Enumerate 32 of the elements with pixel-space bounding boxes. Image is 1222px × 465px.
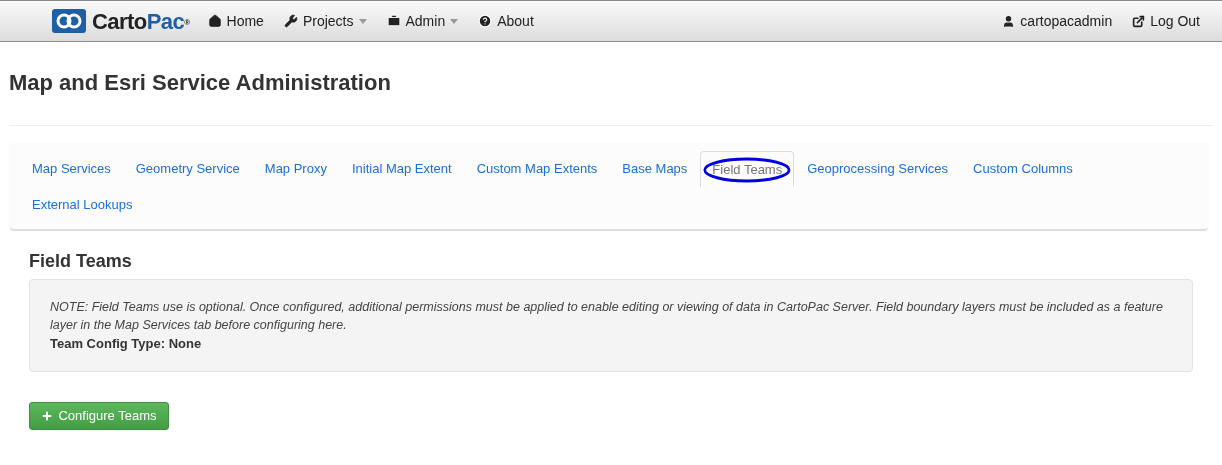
tab[interactable]: Base Maps	[610, 151, 700, 187]
nav-link[interactable]: About	[478, 10, 534, 32]
config-type: Team Config Type: None	[50, 335, 203, 353]
tab[interactable]: Field Teams	[700, 151, 795, 187]
user-icon	[1002, 14, 1016, 28]
tab[interactable]: Custom Map Extents	[464, 151, 610, 187]
help-icon	[478, 14, 493, 28]
page-title: Map and Esri Service Administration	[9, 69, 392, 97]
logo-text: CartoPac$^{®}$	[92, 7, 190, 36]
configure-teams-button[interactable]: Configure Teams	[29, 402, 169, 430]
tab[interactable]: Map Proxy	[252, 151, 339, 187]
home-icon	[207, 14, 222, 28]
logout-link[interactable]: Log Out	[1132, 10, 1200, 32]
note-text: NOTE: Field Teams use is optional. Once configured, additional permissions must be applied to enable editing or viewing of data in CartoPac Server. Field boundary layers must be included as a feature layer in the Map Services tab before configuring here.	[50, 299, 1164, 334]
tab[interactable]: External Lookups	[20, 187, 145, 223]
external-icon	[1132, 14, 1146, 28]
plus-icon	[41, 410, 54, 422]
briefcase-icon	[386, 14, 401, 28]
tab[interactable]: Geoprocessing Services	[795, 151, 961, 187]
tab[interactable]: Custom Columns	[961, 151, 1085, 187]
wrench-icon	[283, 14, 298, 28]
logo-icon	[52, 9, 86, 33]
caret-icon	[358, 18, 367, 24]
nav-link[interactable]: Projects	[283, 10, 367, 32]
tab[interactable]: Geometry Service	[123, 151, 252, 187]
nav-link[interactable]: Admin	[386, 10, 459, 32]
nav-link[interactable]: Home	[207, 10, 264, 32]
tab[interactable]: Map Services	[20, 151, 123, 187]
tab[interactable]: Initial Map Extent	[339, 151, 464, 187]
caret-icon	[450, 18, 459, 24]
user-link[interactable]: cartopacadmin	[1002, 10, 1113, 32]
section-title: Field Teams	[29, 250, 133, 273]
